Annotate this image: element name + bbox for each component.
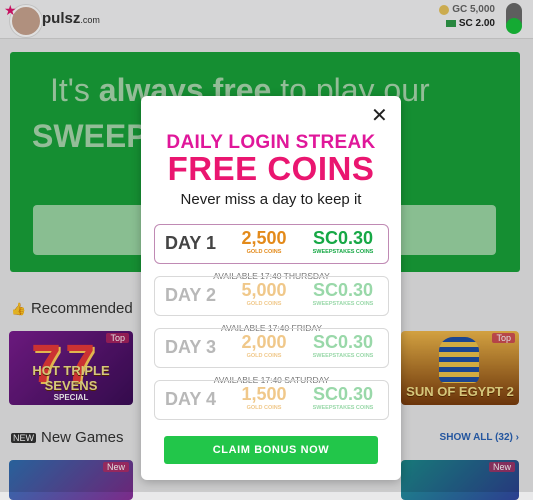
gold-coin-label: GOLD COINS bbox=[246, 301, 282, 307]
daily-login-streak-modal: ✕ DAILY LOGIN STREAK FREE COINS Never mi… bbox=[141, 96, 401, 480]
sweeps-coin-label: SWEEPSTAKES COINS bbox=[312, 301, 374, 307]
day-label: DAY 4 bbox=[165, 389, 217, 409]
sweeps-coin-label: SWEEPSTAKES COINS bbox=[312, 353, 374, 359]
gold-coin-label: GOLD COINS bbox=[246, 353, 282, 359]
gold-coin-amount: 2,500 bbox=[241, 228, 287, 248]
modal-subtitle: Never miss a day to keep it bbox=[180, 191, 362, 208]
day-row-1: DAY 1 2,500 GOLD COINS SC0.30 SWEEPSTAKE… bbox=[154, 224, 389, 264]
gold-coin-amount: 5,000 bbox=[241, 280, 287, 300]
modal-headline: FREE COINS bbox=[167, 150, 375, 187]
day-label: DAY 2 bbox=[165, 285, 217, 305]
sweeps-coin-amount: SC0.30 bbox=[312, 332, 374, 352]
claim-bonus-button[interactable]: CLAIM BONUS NOW bbox=[164, 436, 378, 464]
gold-coin-amount: 2,000 bbox=[241, 332, 287, 352]
sweeps-coin-amount: SC0.30 bbox=[312, 228, 374, 248]
gold-coin-label: GOLD COINS bbox=[246, 249, 282, 255]
day-row-4: DAY 4 1,500 GOLD COINS SC0.30 SWEEPSTAKE… bbox=[154, 380, 389, 420]
sweeps-coin-amount: SC0.30 bbox=[312, 280, 374, 300]
gold-coin-amount: 1,500 bbox=[241, 384, 287, 404]
sweeps-coin-label: SWEEPSTAKES COINS bbox=[312, 405, 374, 411]
day-label: DAY 3 bbox=[165, 337, 217, 357]
day-row-2: DAY 2 5,000 GOLD COINS SC0.30 SWEEPSTAKE… bbox=[154, 276, 389, 316]
gold-coin-label: GOLD COINS bbox=[246, 405, 282, 411]
day-row-3: DAY 3 2,000 GOLD COINS SC0.30 SWEEPSTAKE… bbox=[154, 328, 389, 368]
sweeps-coin-label: SWEEPSTAKES COINS bbox=[312, 249, 374, 255]
close-icon[interactable]: ✕ bbox=[371, 106, 388, 126]
day-label: DAY 1 bbox=[165, 233, 217, 253]
sweeps-coin-amount: SC0.30 bbox=[312, 384, 374, 404]
